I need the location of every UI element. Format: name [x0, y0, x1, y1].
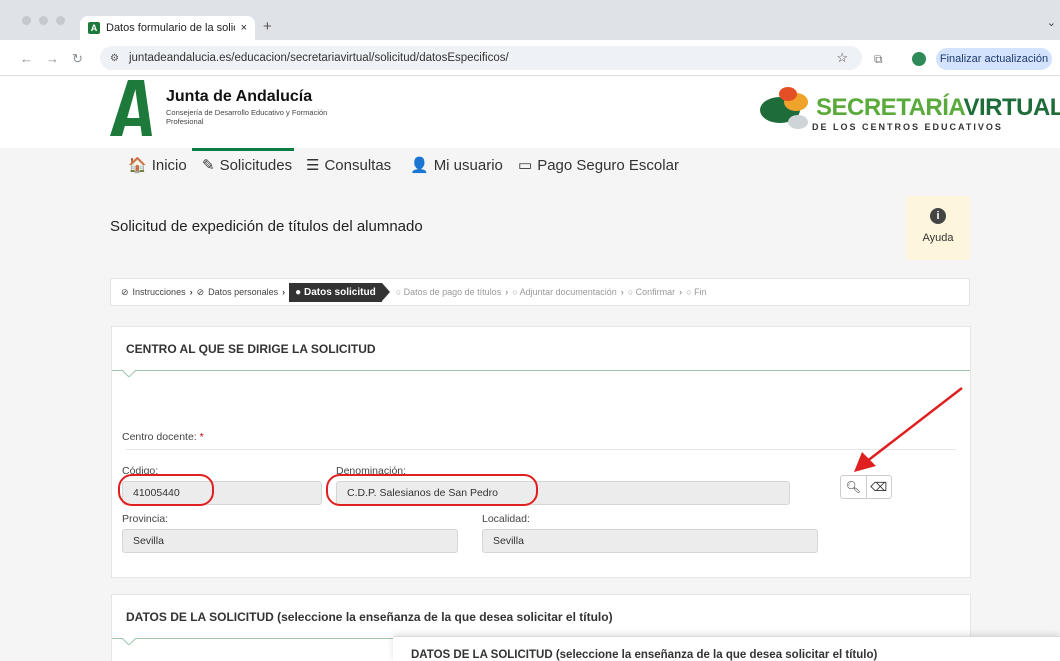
info-icon: i: [930, 208, 946, 224]
user-icon: 👤: [410, 157, 429, 174]
localidad-label: Localidad:: [482, 513, 530, 525]
site-favicon-icon: A: [88, 22, 100, 34]
step-chevron-icon: ›: [679, 287, 683, 297]
page-title: Solicitud de expedición de títulos del a…: [110, 218, 423, 235]
panel-notch-icon: [122, 370, 136, 377]
provincia-label: Provincia:: [122, 513, 169, 525]
panel-notch-icon: [122, 638, 136, 645]
brand-subtitle: Consejería de Desarrollo Educativo y For…: [166, 108, 328, 126]
annotation-arrow-icon: [854, 387, 963, 472]
main-navigation: 🏠 Inicio ✎ Solicitudes ☰ Consultas 👤 Mi …: [0, 148, 1060, 182]
forward-icon[interactable]: →: [46, 51, 59, 66]
update-browser-button[interactable]: Finalizar actualización: [936, 48, 1052, 70]
nav-item-pago-seguro-escolar[interactable]: ▭ Pago Seguro Escolar: [518, 156, 679, 175]
address-bar[interactable]: ⚙ juntadeandalucia.es/educacion/secretar…: [100, 46, 862, 70]
nav-item-mi-usuario[interactable]: 👤 Mi usuario: [410, 156, 503, 175]
tab-list-chevron-icon[interactable]: ⌄: [1047, 16, 1056, 29]
brand-name: Junta de Andalucía: [166, 88, 313, 105]
step-datos-solicitud: ● Datos solicitud: [289, 282, 390, 302]
nav-item-inicio[interactable]: 🏠 Inicio: [128, 156, 187, 175]
tab-title: Datos formulario de la solicit: [106, 22, 235, 34]
new-tab-button[interactable]: +: [263, 18, 272, 35]
secretaria-virtual-logo-icon[interactable]: [758, 82, 818, 140]
junta-andalucia-logo-icon[interactable]: [108, 78, 154, 138]
credit-card-icon: ▭: [518, 157, 533, 174]
datos-solicitud-heading: DATOS DE LA SOLICITUD (seleccione la ens…: [112, 595, 970, 645]
step-adjuntar-documentacion: ○ Adjuntar documentación: [512, 287, 617, 297]
browser-tab-bar: A Datos formulario de la solicit × + ⌄: [0, 0, 1060, 40]
home-icon: 🏠: [128, 157, 147, 174]
step-done-icon: ⊘: [121, 286, 129, 297]
secretaria-virtual-subtitle: DE LOS CENTROS EDUCATIVOS: [812, 122, 1003, 132]
step-chevron-icon: ›: [189, 287, 193, 297]
bookmark-star-icon[interactable]: ☆: [836, 50, 848, 66]
help-button[interactable]: i Ayuda: [906, 196, 970, 260]
list-icon: ☰: [306, 157, 320, 174]
divider: [126, 449, 956, 450]
url-text: juntadeandalucia.es/educacion/secretaria…: [128, 52, 509, 64]
step-instrucciones[interactable]: Instrucciones: [133, 287, 186, 297]
browser-tab[interactable]: A Datos formulario de la solicit ×: [80, 16, 255, 40]
profile-avatar[interactable]: [912, 52, 926, 66]
step-done-icon: ⊘: [196, 286, 205, 297]
help-label: Ayuda: [922, 232, 954, 244]
localidad-field[interactable]: Sevilla: [482, 529, 818, 553]
browser-toolbar: ← → ↻ ⚙ juntadeandalucia.es/educacion/se…: [0, 40, 1060, 76]
zoomed-heading-overlay: DATOS DE LA SOLICITUD (seleccione la ens…: [393, 636, 1060, 661]
secretaria-virtual-title: SECRETARÍAVIRTUAL: [816, 94, 1060, 121]
step-confirmar: ○ Confirmar: [627, 287, 676, 297]
step-datos-pago: ○ Datos de pago de títulos: [395, 287, 502, 297]
nav-item-solicitudes[interactable]: ✎ Solicitudes: [202, 156, 292, 175]
step-fin: ○ Fin: [686, 287, 707, 297]
annotation-oval-codigo: [118, 474, 214, 506]
centro-docente-label: Centro docente: *: [122, 431, 204, 443]
annotation-oval-denominacion: [326, 474, 538, 506]
extensions-icon[interactable]: ⧉: [874, 52, 883, 67]
site-settings-icon[interactable]: ⚙: [110, 53, 119, 64]
site-header: Junta de Andalucía Consejería de Desarro…: [0, 76, 1060, 148]
window-controls[interactable]: [22, 16, 65, 25]
reload-icon[interactable]: ↻: [72, 51, 83, 67]
pencil-icon: ✎: [202, 157, 215, 174]
step-chevron-icon: ›: [282, 287, 286, 297]
nav-item-consultas[interactable]: ☰ Consultas: [306, 156, 391, 175]
tab-close-icon[interactable]: ×: [241, 22, 247, 34]
wizard-steps: ⊘ Instrucciones › ⊘ Datos personales › ●…: [110, 278, 970, 306]
step-chevron-icon: ›: [505, 287, 509, 297]
back-icon[interactable]: ←: [20, 51, 33, 66]
centro-panel-heading: CENTRO AL QUE SE DIRIGE LA SOLICITUD: [112, 327, 970, 377]
step-datos-personales[interactable]: Datos personales: [208, 287, 278, 297]
active-nav-indicator: [192, 148, 294, 151]
step-chevron-icon: ›: [620, 287, 624, 297]
provincia-field[interactable]: Sevilla: [122, 529, 458, 553]
